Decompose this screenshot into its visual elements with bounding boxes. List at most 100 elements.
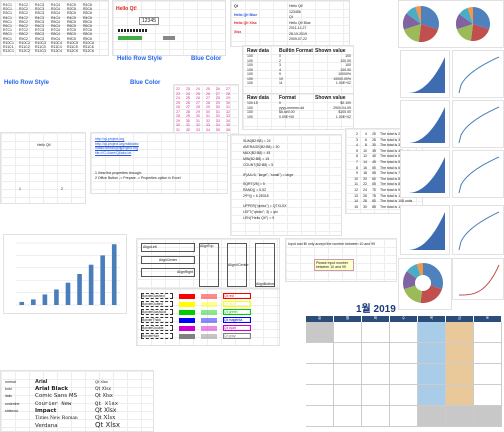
calendar-day	[334, 385, 362, 406]
thumb-merged[interactable]: Hello Qt! 1 2	[0, 132, 86, 204]
color-swatch	[179, 309, 195, 315]
hello-text: Hello Qt!	[116, 6, 137, 12]
calendar-day	[306, 343, 334, 364]
formula-line: LEFT("qtxlsx"; 3) = qtx	[243, 209, 278, 214]
chart-svg	[458, 211, 500, 251]
valign-box: AlignVCenter	[227, 243, 249, 287]
value-item: 2011-11-27	[289, 26, 307, 30]
series-path	[407, 212, 445, 250]
table-cell: 1.00E+02	[335, 81, 351, 85]
series-path	[458, 56, 500, 94]
chart-thumb[interactable]	[452, 258, 504, 300]
color-swatch	[179, 317, 195, 323]
bar	[88, 264, 94, 305]
thumb-borders[interactable]: BorderDashed Qt red BorderDotted Qt blue Bor…	[136, 288, 280, 346]
thumb-hello[interactable]: Hello Qt! 12345	[112, 0, 226, 56]
grid-cell: R12C4	[51, 49, 62, 54]
font-sample: Courier New	[35, 400, 72, 407]
thumb-builtin-format[interactable]: Raw data Builtin Format Shown value 100 0 100…	[242, 45, 354, 95]
chart-thumb[interactable]	[452, 205, 504, 255]
border-color-table: BorderDashed Qt red BorderDotted Qt blue Bor…	[141, 292, 251, 341]
chart-thumb[interactable]	[452, 50, 504, 98]
border-row: BorderHair Qt gray	[141, 332, 251, 340]
blue-color-label-2: Blue Color	[130, 80, 161, 86]
calendar-day	[418, 385, 446, 406]
calendar-day	[418, 406, 446, 427]
totals-a: 15	[354, 204, 358, 209]
border-row: BorderDouble Qt cyan	[141, 324, 251, 332]
calendar-day	[474, 385, 502, 406]
property-item: 2 Office Button -> Prepare -> Properties…	[95, 175, 181, 180]
pattern-bar	[118, 29, 148, 32]
thumb-hyperlinks[interactable]: http://qt-project.org http://qt-project.o…	[90, 132, 228, 194]
formula-line: 2*PI() = 6.28318	[243, 194, 269, 198]
calendar-title: 1월 2019	[356, 304, 396, 315]
thumb-custom-format[interactable]: Raw data Format Shown value 100.15 0 $0.100 10…	[242, 93, 354, 130]
calendar-day	[334, 364, 362, 385]
font-table: normal Arial Qt Xlsx bold Arial Black Qt Xlsx…	[5, 379, 120, 429]
bar	[42, 294, 48, 305]
thumb-cell-grid[interactable]: R1C1 R1C2 R1C3 R1C4 R1C5 R1C6 R2C1 R2C2 R2C3 R2C4…	[0, 0, 109, 56]
valign-box: AlignBottom	[255, 243, 275, 287]
color-text: Qt magenta	[223, 316, 251, 324]
vertical-align-list: AlignTop AlignVCenter AlignBottom	[199, 243, 275, 287]
align-box: AlignCenter	[141, 255, 195, 264]
bar	[19, 301, 25, 305]
chart-thumb[interactable]	[400, 150, 450, 198]
calendar-day	[306, 322, 334, 343]
font-row: normal Arial Qt Xlsx	[5, 379, 120, 386]
validation-tooltip: Please input number between 10 and 99	[314, 259, 354, 271]
thumb-fonts[interactable]: normal Arial Qt Xlsx bold Arial Black Qt Xlsx…	[0, 370, 154, 432]
thumb-validation[interactable]: Input and fill only accept the number be…	[285, 238, 397, 282]
calendar-day	[362, 364, 390, 385]
color-swatch	[179, 301, 195, 307]
chart-svg	[458, 56, 500, 94]
font-qt: Qt Xlsx	[95, 400, 119, 407]
donut-chart	[403, 263, 443, 303]
value-item: Hello Qt!	[289, 4, 303, 8]
font-row: strikeout Impact Qt Xlsx	[5, 407, 120, 414]
chart-thumb[interactable]	[452, 150, 504, 198]
series-path	[458, 264, 500, 296]
calendar-day	[474, 406, 502, 427]
calendar-day	[418, 364, 446, 385]
font-qt: Qt Xlsx	[95, 414, 116, 421]
formula-line: UPPER("qtxlsx") = QTXLSX	[243, 203, 287, 208]
bar	[31, 299, 36, 305]
font-sample: Verdana	[35, 423, 58, 429]
thumb-number-grid[interactable]: 22 23 24 25 26 27 23 24 25 26 27 28 24 25 26 27 28 29 25 26…	[173, 84, 239, 136]
series-path	[458, 106, 500, 144]
thumb-rich-text[interactable]: Qt Hello Qt! Blue Hello Qt! Xlsx Xlsx Hello…	[230, 0, 350, 47]
thumb-donut[interactable]	[398, 258, 452, 310]
color-text: Qt gray	[223, 332, 251, 340]
chart-thumb[interactable]	[400, 205, 450, 255]
builtin-format-table: Raw data Builtin Format Shown value 100 0 100…	[247, 48, 351, 86]
font-sample: Arial	[35, 379, 48, 385]
bar	[100, 255, 105, 305]
chart-svg	[407, 107, 445, 143]
calendar-day	[362, 322, 390, 343]
pie-chart	[403, 6, 490, 42]
font-qt: Qt Xlsx	[95, 407, 117, 414]
chart-thumb[interactable]	[400, 50, 450, 98]
thumb-formulas[interactable]: SUM(B2:B8) = 24 AVERAGE(B2:B8) = 30 MAX(B2…	[230, 134, 342, 236]
calendar-day	[334, 322, 362, 343]
calendar-grid: 일월화수목금토	[306, 316, 502, 427]
table-cell: 100	[247, 114, 253, 119]
series-path	[407, 57, 445, 93]
chart-thumb[interactable]	[400, 100, 450, 148]
thumb-bar-chart[interactable]	[3, 234, 127, 314]
chart-svg	[407, 212, 445, 250]
font-qt: Qt Xlsx	[95, 379, 108, 384]
font-sample: Times New Roman	[35, 415, 78, 421]
vertical-align-row: AlignTop AlignVCenter AlignBottom	[199, 243, 275, 287]
chart-thumb[interactable]	[452, 100, 504, 148]
calendar-day	[446, 343, 474, 364]
valign-box: AlignTop	[199, 243, 219, 287]
table-cell: 11	[279, 81, 283, 85]
calendar-week	[306, 343, 502, 364]
thumb-pie-charts[interactable]	[398, 0, 504, 48]
formula-line: SUM(B2:B8) = 24	[243, 139, 271, 143]
thumb-calendar[interactable]: 일월화수목금토	[306, 316, 502, 430]
value-item: Hello Qt! Blue	[289, 20, 311, 25]
